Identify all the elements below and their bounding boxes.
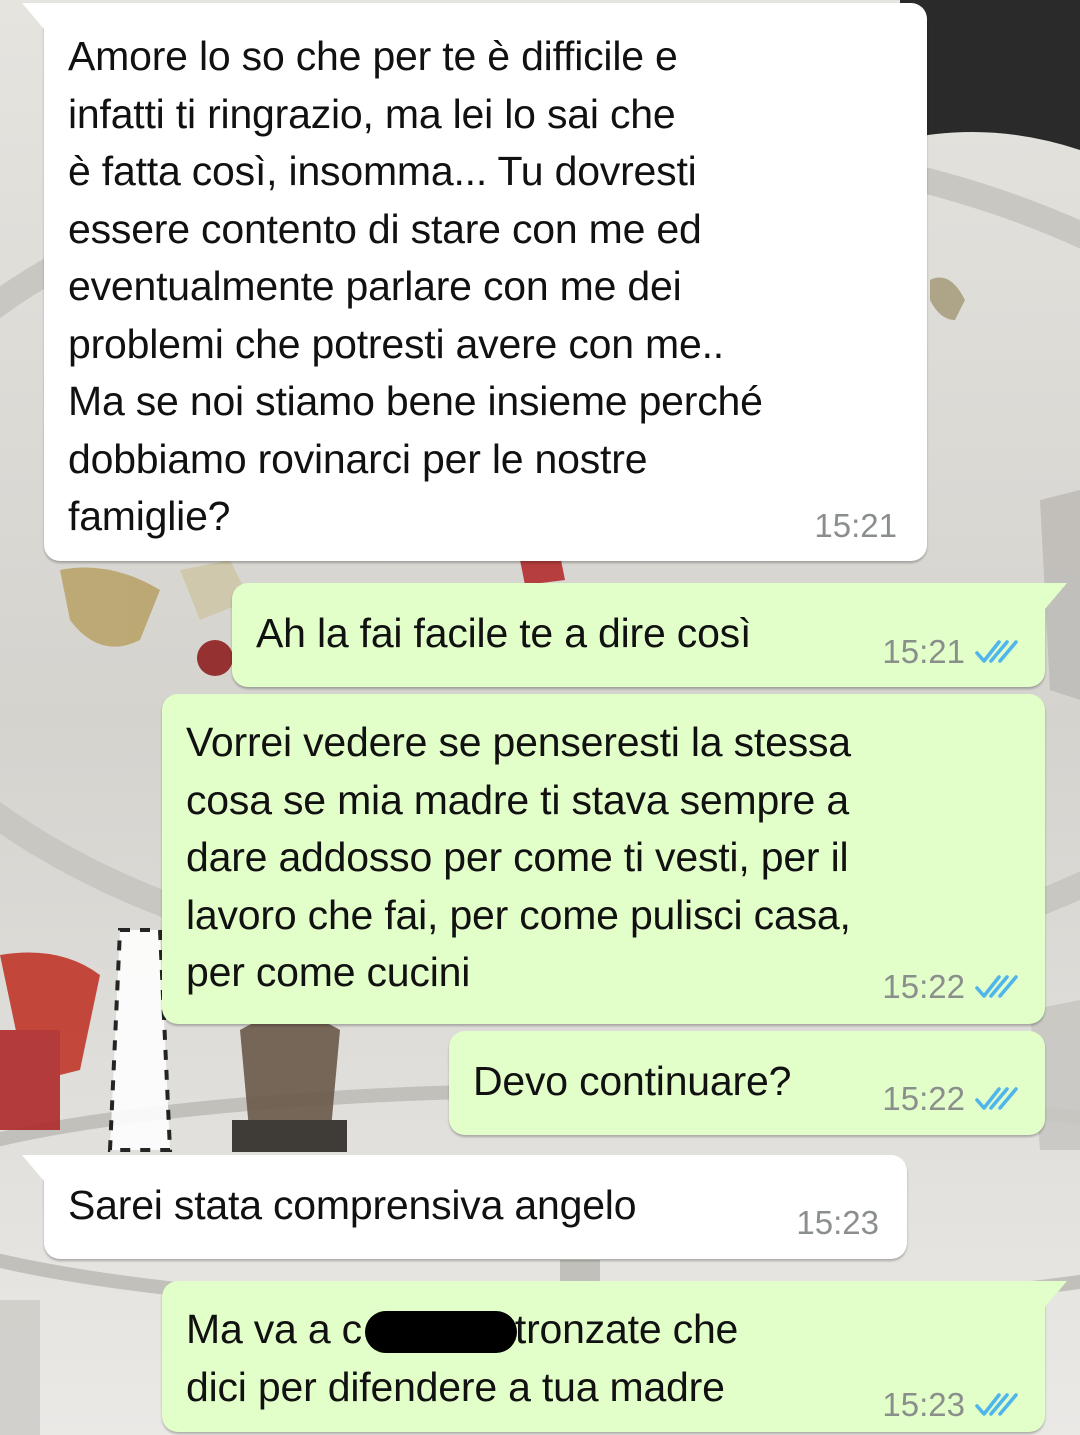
outgoing-message-bubble[interactable]: Vorrei vedere se penseresti la stessa co… — [162, 694, 1045, 1024]
message-time: 15:22 — [882, 968, 965, 1005]
message-line: Ah la fai facile te a dire così — [256, 610, 752, 656]
message-line: lavoro che fai, per come pulisci casa, — [186, 891, 851, 938]
message-line: infatti ti ringrazio, ma lei lo sai che — [68, 90, 676, 137]
message-time: 15:21 — [882, 633, 965, 670]
message-meta: 15:21 — [814, 506, 897, 546]
message-line: dare addosso per come ti vesti, per il — [186, 834, 849, 880]
read-double-check-icon — [975, 1393, 1018, 1416]
message-line: Ma se noi stiamo bene insieme perché — [68, 378, 763, 424]
message-time: 15:23 — [796, 1204, 879, 1241]
read-double-check-icon — [975, 640, 1018, 663]
message-meta: 15:23 — [796, 1203, 879, 1243]
outgoing-message-bubble[interactable]: Ah la fai facile te a dire così 15:21 — [232, 583, 1067, 687]
message-line: per come cucini — [186, 949, 471, 995]
message-line: Amore lo so che per te è difficile e — [68, 33, 678, 79]
message-line: famiglie? — [68, 493, 231, 539]
message-time: 15:21 — [814, 507, 897, 544]
message-meta: 15:23 — [882, 1385, 1019, 1425]
message-line: Sarei stata comprensiva angelo — [68, 1182, 637, 1228]
message-line: dici per difendere a tua madre — [186, 1363, 725, 1410]
read-double-check-icon — [975, 975, 1018, 998]
incoming-message-bubble[interactable]: Amore lo so che per te è difficile e inf… — [22, 3, 927, 561]
message-meta: 15:22 — [882, 967, 1019, 1007]
message-meta: 15:22 — [882, 1079, 1019, 1119]
censor-redaction-bar — [365, 1311, 517, 1353]
outgoing-message-bubble[interactable]: Devo continuare? 15:22 — [449, 1031, 1045, 1135]
message-time: 15:22 — [882, 1080, 965, 1117]
message-line: eventualmente parlare con me dei — [68, 263, 682, 309]
message-line: essere contento di stare con me ed — [68, 205, 702, 252]
message-line: è fatta così, insomma... Tu dovresti — [68, 148, 697, 194]
message-line: cosa se mia madre ti stava sempre a — [186, 776, 849, 823]
read-double-check-icon — [975, 1087, 1018, 1110]
incoming-message-bubble[interactable]: Sarei stata comprensiva angelo 15:23 — [22, 1155, 907, 1259]
message-line: dobbiamo rovinarci per le nostre — [68, 435, 648, 482]
message-line: Devo continuare? — [473, 1058, 792, 1104]
message-time: 15:23 — [882, 1386, 965, 1423]
outgoing-message-bubble[interactable]: Ma va a c te e le stronzate che dici per… — [162, 1281, 1067, 1432]
message-line: problemi che potresti avere con me.. — [68, 320, 724, 367]
message-meta: 15:21 — [882, 632, 1019, 672]
message-line: Vorrei vedere se penseresti la stessa — [186, 719, 851, 765]
